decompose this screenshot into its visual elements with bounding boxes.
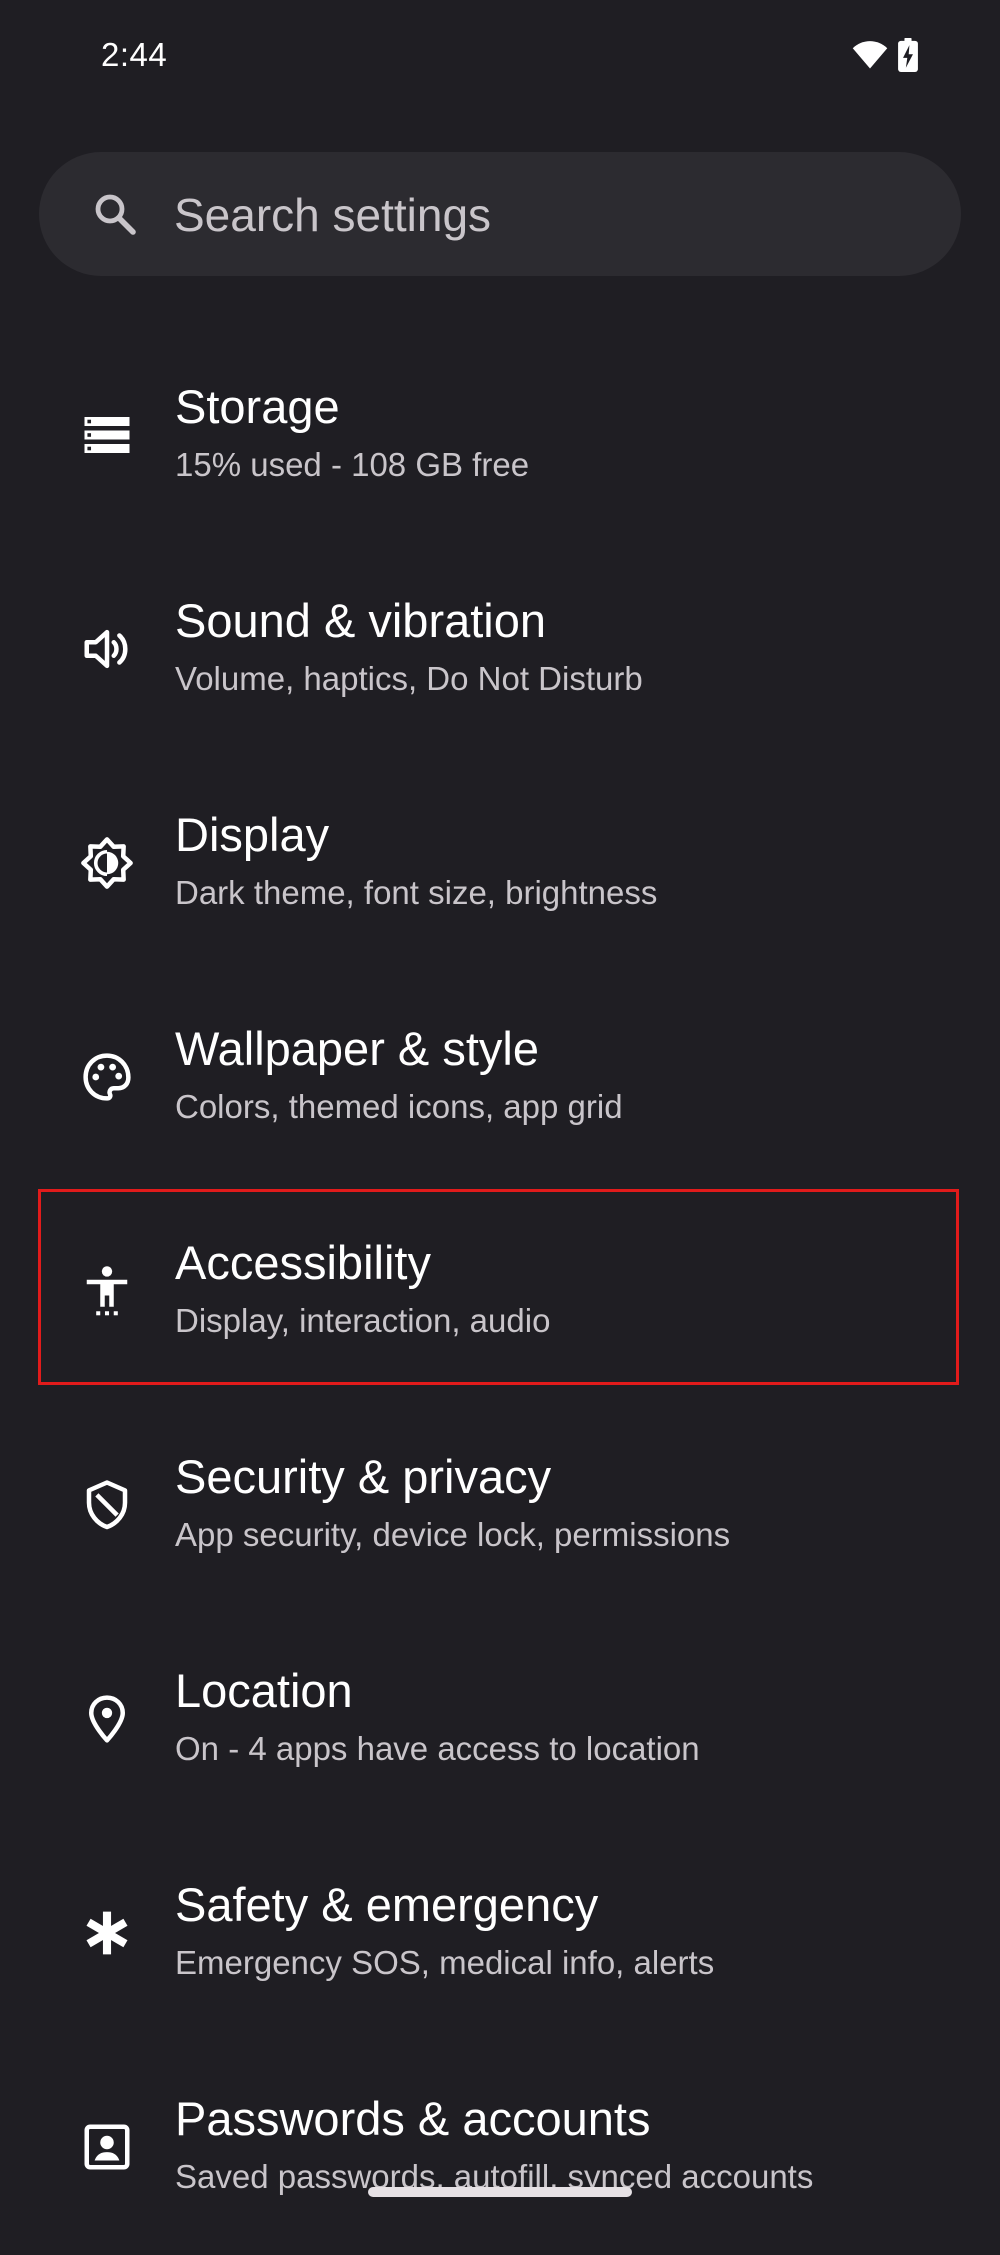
- search-placeholder: Search settings: [174, 189, 492, 241]
- settings-item-subtitle: Volume, haptics, Do Not Disturb: [175, 660, 643, 697]
- search-bar[interactable]: Search settings: [39, 152, 961, 276]
- settings-item-safety[interactable]: Safety & emergency Emergency SOS, medica…: [0, 1827, 1000, 2041]
- settings-item-subtitle: Colors, themed icons, app grid: [175, 1088, 623, 1125]
- settings-item-title: Wallpaper & style: [175, 1022, 539, 1075]
- settings-item-title: Passwords & accounts: [175, 2092, 651, 2145]
- speaker-icon: [80, 622, 134, 676]
- settings-item-location[interactable]: Location On - 4 apps have access to loca…: [0, 1613, 1000, 1827]
- settings-item-security[interactable]: Security & privacy App security, device …: [0, 1399, 1000, 1613]
- settings-list: Storage 15% used - 108 GB free Sound & v…: [0, 329, 1000, 2255]
- settings-item-title: Security & privacy: [175, 1450, 552, 1503]
- settings-item-subtitle: Dark theme, font size, brightness: [175, 874, 658, 911]
- settings-item-title: Storage: [175, 380, 340, 433]
- settings-item-wallpaper[interactable]: Wallpaper & style Colors, themed icons, …: [0, 971, 1000, 1185]
- settings-item-title: Safety & emergency: [175, 1878, 599, 1931]
- settings-item-title: Location: [175, 1664, 353, 1717]
- settings-item-accessibility[interactable]: Accessibility Display, interaction, audi…: [0, 1185, 1000, 1399]
- status-time: 2:44: [101, 36, 168, 73]
- palette-icon: [80, 1050, 134, 1104]
- settings-item-subtitle: 15% used - 108 GB free: [175, 446, 530, 483]
- search-icon: [91, 190, 139, 238]
- settings-item-title: Sound & vibration: [175, 594, 547, 647]
- status-icons: [852, 38, 918, 77]
- settings-item-subtitle: Emergency SOS, medical info, alerts: [175, 1944, 715, 1981]
- battery-charging-icon: [898, 38, 918, 77]
- asterisk-icon: [80, 1906, 134, 1960]
- wifi-icon: [852, 40, 888, 75]
- settings-item-subtitle: On - 4 apps have access to location: [175, 1730, 700, 1767]
- settings-item-sound[interactable]: Sound & vibration Volume, haptics, Do No…: [0, 543, 1000, 757]
- location-pin-icon: [80, 1692, 134, 1746]
- shield-icon: [80, 1478, 134, 1532]
- settings-item-subtitle: App security, device lock, permissions: [175, 1516, 731, 1553]
- brightness-icon: [80, 836, 134, 890]
- status-bar: 2:44: [0, 0, 1000, 110]
- settings-item-storage[interactable]: Storage 15% used - 108 GB free: [0, 329, 1000, 543]
- settings-item-subtitle: Display, interaction, audio: [175, 1302, 551, 1339]
- settings-item-passwords[interactable]: Passwords & accounts Saved passwords, au…: [0, 2041, 1000, 2255]
- settings-item-display[interactable]: Display Dark theme, font size, brightnes…: [0, 757, 1000, 971]
- settings-item-title: Accessibility: [175, 1236, 431, 1289]
- account-box-icon: [80, 2120, 134, 2174]
- settings-item-title: Display: [175, 808, 330, 861]
- navigation-handle[interactable]: [368, 2187, 632, 2197]
- accessibility-icon: [80, 1264, 134, 1318]
- storage-icon: [80, 408, 134, 462]
